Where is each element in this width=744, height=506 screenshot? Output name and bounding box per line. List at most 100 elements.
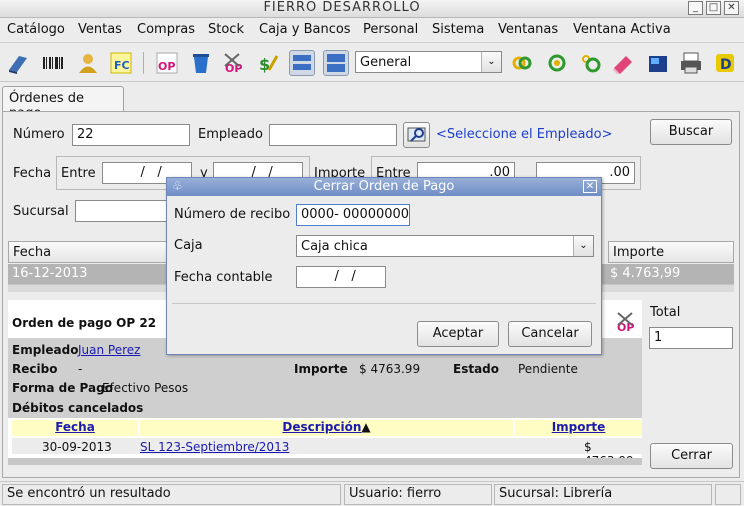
empleado-label: Empleado (198, 127, 263, 142)
detail-forma-label: Forma de Pago (12, 381, 113, 395)
cerrar-orden-dialog: Cerrar Orden de Pago ♧ ✕ Número de recib… (166, 177, 602, 355)
detail-debitos-label: Débitos cancelados (12, 401, 144, 415)
menu-personal[interactable]: Personal (363, 22, 418, 37)
detail-forma-value: Efectivo Pesos (102, 381, 189, 395)
detail-empleado-label: Empleado (12, 343, 79, 357)
book-icon[interactable] (5, 50, 31, 76)
table-row-importe[interactable]: $ 4.763,99 (600, 264, 734, 284)
sucursal-input[interactable] (75, 200, 175, 222)
status-usuario: Usuario: fierro (344, 484, 492, 505)
debitos-header-fecha[interactable]: Fecha (12, 420, 138, 436)
sucursal-label: Sucursal (13, 204, 69, 219)
seleccione-empleado-link[interactable]: <Seleccione el Empleado> (436, 127, 613, 142)
dialog-fecha-input[interactable]: / / (296, 266, 386, 288)
menu-bar: Catálogo Ventas Compras Stock Caja y Ban… (0, 19, 744, 43)
dialog-close-icon[interactable]: ✕ (583, 180, 597, 193)
sort-asc-icon: ▲ (361, 420, 371, 434)
tab-ordenes-de-pago[interactable]: Órdenes de pago (2, 86, 124, 121)
menu-stock[interactable]: Stock (208, 22, 244, 37)
detail-importe-value: $ 4763.99 (359, 362, 421, 376)
numero-label: Número (13, 127, 65, 142)
column-header-fecha[interactable]: Fecha (8, 241, 168, 263)
dialog-fecha-label: Fecha contable (174, 270, 273, 285)
search-empleado-button[interactable] (403, 122, 430, 148)
detail-recibo-value: - (78, 362, 83, 376)
detail-estado-value: Pendiente (518, 362, 578, 376)
menu-ventas[interactable]: Ventas (78, 22, 122, 37)
dialog-caja-label: Caja (174, 238, 203, 253)
eraser-icon[interactable] (610, 50, 636, 76)
blue-box-icon[interactable] (645, 50, 671, 76)
total-input: 1 (649, 327, 733, 349)
buscar-button[interactable]: Buscar (650, 119, 732, 145)
numero-input[interactable]: 22 (72, 124, 190, 146)
money-icon[interactable]: $ (255, 50, 281, 76)
printer-icon[interactable] (678, 50, 704, 76)
barcode-icon[interactable] (40, 50, 66, 76)
svg-text:$: $ (259, 55, 270, 74)
chevron-down-icon: ⌄ (481, 52, 501, 72)
dialog-caja-value: Caja chica (301, 239, 368, 254)
cerrar-button[interactable]: Cerrar (650, 443, 733, 469)
dialog-recibo-input[interactable]: 0000- 00000000 (296, 204, 410, 226)
debitos-header-importe[interactable]: Importe (515, 420, 642, 436)
dialog-app-icon: ♧ (172, 179, 183, 193)
aceptar-button[interactable]: Aceptar (417, 321, 499, 347)
detail-estado-label: Estado (453, 362, 500, 376)
circle-green-icon[interactable] (544, 50, 570, 76)
menu-ventana-activa[interactable]: Ventana Activa (573, 22, 671, 37)
detail-scrollbar[interactable] (8, 458, 642, 465)
column-header-importe[interactable]: Importe (608, 241, 734, 263)
list-view-icon[interactable] (289, 50, 315, 76)
detail-title: Orden de pago OP 22 (12, 316, 157, 330)
detail-importe-label: Importe (294, 362, 348, 376)
empleado-input[interactable] (269, 124, 397, 146)
debito-row-fecha: 30-09-2013 (42, 440, 112, 454)
view-combo-value: General (360, 55, 412, 70)
status-sucursal: Sucursal: Librería (494, 484, 712, 505)
view-combo[interactable]: General ⌄ (355, 51, 502, 73)
title-bar: FIERRO DESARROLLO _ □ ✕ (0, 0, 744, 18)
dialog-title-bar: Cerrar Orden de Pago (167, 178, 601, 196)
svg-text:D: D (720, 57, 732, 73)
menu-caja-bancos[interactable]: Caja y Bancos (259, 22, 351, 37)
debitos-header-descripcion[interactable]: Descripción▲ (140, 420, 513, 436)
detail-empleado-link[interactable]: Juan Perez (78, 343, 140, 357)
dialog-recibo-label: Número de recibo (174, 207, 291, 222)
rings-icon[interactable] (509, 50, 535, 76)
minimize-button[interactable]: _ (688, 1, 703, 15)
d-icon[interactable]: D (712, 50, 738, 76)
detail-recibo-label: Recibo (12, 362, 58, 376)
fecha-label: Fecha (13, 166, 52, 181)
dialog-title: Cerrar Orden de Pago (313, 179, 455, 194)
menu-compras[interactable]: Compras (137, 22, 195, 37)
trash-icon[interactable] (188, 50, 214, 76)
grid-view-icon[interactable] (323, 50, 349, 76)
circle-yellow-icon[interactable] (578, 50, 604, 76)
op-icon[interactable]: OP (154, 50, 180, 76)
table-row-fecha[interactable]: 16-12-2013 (8, 264, 168, 284)
dialog-divider (172, 303, 596, 304)
search-icon (407, 127, 426, 142)
op-label: OP (158, 60, 175, 73)
user-icon[interactable] (75, 50, 101, 76)
op-cancel-icon[interactable]: OP (614, 309, 640, 335)
maximize-button[interactable]: □ (706, 1, 721, 15)
menu-sistema[interactable]: Sistema (432, 22, 484, 37)
resize-grip[interactable] (715, 484, 741, 505)
menu-catalogo[interactable]: Catálogo (7, 22, 65, 37)
status-message: Se encontró un resultado (2, 484, 341, 505)
cancelar-button[interactable]: Cancelar (508, 321, 592, 347)
chevron-down-icon: ⌄ (573, 236, 593, 256)
fc-icon[interactable]: FC (108, 50, 134, 76)
close-window-button[interactable]: ✕ (724, 1, 739, 15)
debito-row-descripcion[interactable]: SL 123-Septiembre/2013 (140, 440, 289, 454)
fecha-entre-label: Entre (61, 166, 96, 181)
op-cancel-icon[interactable]: OP (221, 50, 247, 76)
menu-ventanas[interactable]: Ventanas (498, 22, 558, 37)
dialog-caja-select[interactable]: Caja chica ⌄ (296, 235, 594, 257)
total-label: Total (650, 305, 681, 320)
toolbar: FC OP OP $ General ⌄ D (0, 44, 744, 82)
status-bar: Se encontró un resultado Usuario: fierro… (0, 481, 744, 506)
fc-label: FC (114, 59, 130, 72)
